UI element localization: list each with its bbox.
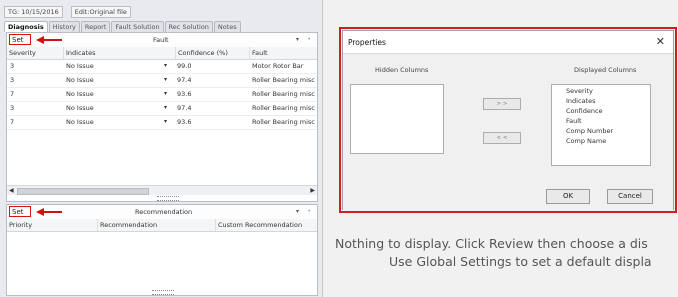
rec-grid-header: Priority Recommendation Custom Recommend… [7,219,317,232]
col-priority[interactable]: Priority [7,219,97,231]
col-confidence[interactable]: Confidence (%) [175,47,249,59]
pin-icon[interactable]: • [307,33,311,47]
rec-pane-header: Set Recommendation ▾ • [7,205,317,220]
recommendation-pane: Set Recommendation ▾ • Priority Recommen… [6,204,318,296]
rec-pane-title: Recommendation [135,208,193,216]
col-custom-recommendation[interactable]: Custom Recommendation [215,219,317,231]
scrollbar-thumb[interactable] [17,188,149,195]
tab-history[interactable]: History [48,21,80,32]
indicates-cell: No Issue [66,62,94,70]
cancel-button[interactable]: Cancel [607,189,653,204]
indicates-cell: No Issue [66,104,94,112]
severity-cell: 3 [10,62,15,70]
tab-report[interactable]: Report [80,21,111,32]
fault-cell: Roller Bearing misc [252,104,315,112]
indicates-cell: No Issue [66,90,94,98]
list-item[interactable]: Confidence [566,107,603,116]
indicates-cell: No Issue [66,118,94,126]
displayed-columns-list[interactable]: Severity Indicates Confidence Fault Comp… [551,84,651,166]
fault-cell: Motor Rotor Bar [252,62,304,70]
chevron-down-icon[interactable]: ▾ [296,205,299,219]
red-arrow-icon [36,36,62,44]
confidence-cell: 93.6 [177,118,192,126]
fault-pane-title: Fault [153,36,169,44]
chevron-down-icon[interactable]: ▾ [296,33,299,47]
tab-diagnosis[interactable]: Diagnosis [4,21,48,32]
confidence-cell: 99.0 [177,62,192,70]
severity-cell: 7 [10,118,15,126]
table-row[interactable]: 7 No Issue ▾ 93.6 Roller Bearing misc [7,87,317,102]
indicates-cell: No Issue [66,76,94,84]
table-row[interactable]: 3 No Issue ▾ 97.4 Roller Bearing misc [7,101,317,116]
scroll-left-icon[interactable]: ◀ [9,186,14,195]
table-row[interactable]: 3 No Issue ▾ 97.4 Roller Bearing misc [7,73,317,88]
tab-fault-solution[interactable]: Fault Solution [111,21,164,32]
list-item[interactable]: Comp Name [566,137,606,146]
tab-notes[interactable]: Notes [213,21,241,32]
close-icon[interactable]: ✕ [656,33,665,51]
severity-cell: 3 [10,76,15,84]
fault-cell: Roller Bearing misc [252,90,315,98]
dropdown-arrow-icon[interactable]: ▾ [164,101,167,115]
col-recommendation[interactable]: Recommendation [97,219,215,231]
confidence-cell: 97.4 [177,104,192,112]
edit-file-label[interactable]: Edit:Original file [70,6,131,18]
fault-cell: Roller Bearing misc [252,118,315,126]
tg-date-label: TG: 10/15/2016 [4,6,63,18]
horizontal-scrollbar[interactable]: ◀ ▶ [7,185,317,195]
empty-state-message: Nothing to display. Click Review then ch… [335,236,648,251]
severity-cell: 7 [10,90,15,98]
pane-splitter-handle[interactable] [152,290,174,295]
empty-state-hint: Use Global Settings to set a default dis… [389,254,652,269]
col-fault[interactable]: Fault [249,47,317,59]
move-left-button[interactable]: < < [483,132,521,144]
dialog-title: Properties [348,38,386,47]
pane-splitter-handle[interactable] [157,196,179,201]
fault-cell: Roller Bearing misc [252,76,315,84]
col-severity[interactable]: Severity [7,47,63,59]
col-indicates[interactable]: Indicates [63,47,175,59]
dropdown-arrow-icon[interactable]: ▾ [164,87,167,101]
table-row[interactable]: 7 No Issue ▾ 93.6 Roller Bearing misc [7,115,317,130]
dropdown-arrow-icon[interactable]: ▾ [164,115,167,129]
table-row[interactable]: 3 No Issue ▾ 99.0 Motor Rotor Bar [7,59,317,74]
fault-pane: Set Fault ▾ • Severity Indicates Confide… [6,32,318,202]
confidence-cell: 97.4 [177,76,192,84]
properties-dialog: Properties ✕ Hidden Columns Displayed Co… [342,30,674,210]
fault-set-button[interactable]: Set [9,34,31,45]
fault-pane-header: Set Fault ▾ • [7,33,317,48]
severity-cell: 3 [10,104,15,112]
list-item[interactable]: Severity [566,87,593,96]
top-info-bar: TG: 10/15/2016 Edit:Original file [4,6,131,18]
list-item[interactable]: Comp Number [566,127,613,136]
red-arrow-icon [36,208,62,216]
hidden-columns-label: Hidden Columns [375,66,429,74]
dialog-body: Hidden Columns Displayed Columns > > < <… [343,53,673,210]
dropdown-arrow-icon[interactable]: ▾ [164,59,167,73]
scroll-right-icon[interactable]: ▶ [310,186,315,195]
list-item[interactable]: Fault [566,117,582,126]
tab-rec-solution[interactable]: Rec Solution [164,21,213,32]
list-item[interactable]: Indicates [566,97,595,106]
move-right-button[interactable]: > > [483,98,521,110]
rec-set-button[interactable]: Set [9,206,31,217]
pin-icon[interactable]: • [307,205,311,219]
displayed-columns-label: Displayed Columns [574,66,637,74]
confidence-cell: 93.6 [177,90,192,98]
dropdown-arrow-icon[interactable]: ▾ [164,73,167,87]
hidden-columns-list[interactable] [350,84,444,154]
tab-strip: Diagnosis History Report Fault Solution … [4,21,241,32]
ok-button[interactable]: OK [546,189,590,204]
